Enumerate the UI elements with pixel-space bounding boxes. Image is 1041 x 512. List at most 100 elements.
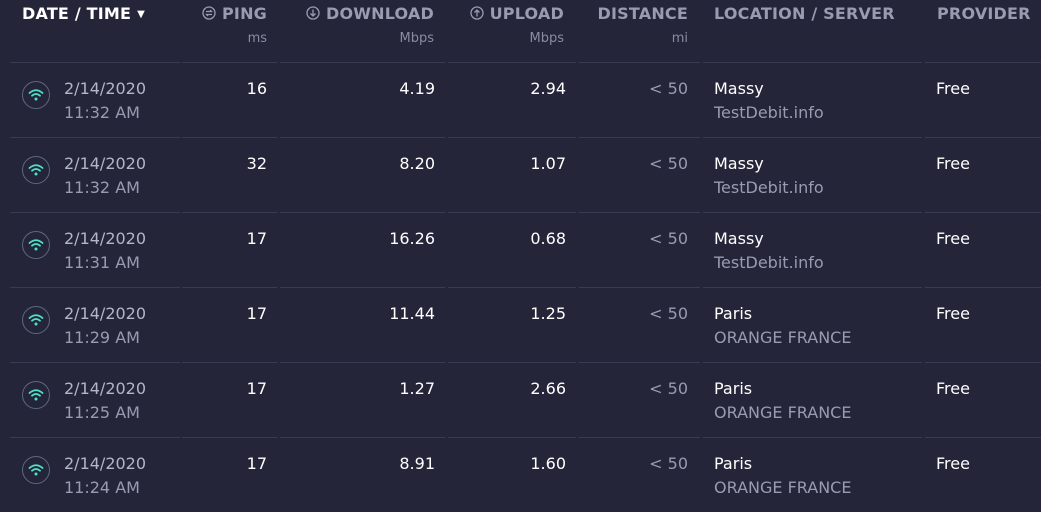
- column-header-distance[interactable]: DISTANCE mi: [579, 0, 688, 62]
- cell-download: 8.20: [280, 137, 445, 212]
- distance-value: < 50: [649, 379, 688, 398]
- result-row[interactable]: 2/14/2020 11:32 AM 16 4.19 2.94 < 50 Mas…: [0, 62, 1041, 137]
- ping-icon: [202, 6, 216, 20]
- result-date: 2/14/2020: [64, 454, 147, 473]
- column-title-ping: PING: [221, 4, 267, 23]
- location-city: Massy: [714, 79, 764, 98]
- download-value: 8.20: [399, 154, 435, 173]
- cell-datetime: 2/14/2020 11:31 AM: [10, 212, 180, 287]
- cell-download: 1.27: [280, 362, 445, 437]
- cell-distance: < 50: [579, 137, 700, 212]
- provider-name: Free: [936, 79, 970, 98]
- server-name: TestDebit.info: [714, 103, 824, 122]
- server-name: ORANGE FRANCE: [714, 328, 852, 347]
- cell-distance: < 50: [579, 212, 700, 287]
- upload-value: 0.68: [530, 229, 566, 248]
- provider-name: Free: [936, 229, 970, 248]
- ping-value: 17: [246, 454, 267, 473]
- result-row[interactable]: 2/14/2020 11:24 AM 17 8.91 1.60 < 50 Par…: [0, 437, 1041, 512]
- wifi-connection-icon: [22, 156, 50, 184]
- cell-download: 4.19: [280, 62, 445, 137]
- ping-value: 32: [246, 154, 267, 173]
- provider-name: Free: [936, 379, 970, 398]
- result-date: 2/14/2020: [64, 154, 147, 173]
- result-time: 11:31 AM: [64, 253, 140, 272]
- cell-location: Paris ORANGE FRANCE: [703, 287, 922, 362]
- result-row[interactable]: 2/14/2020 11:32 AM 32 8.20 1.07 < 50 Mas…: [0, 137, 1041, 212]
- column-header-provider[interactable]: PROVIDER: [937, 0, 1041, 62]
- result-row[interactable]: 2/14/2020 11:31 AM 17 16.26 0.68 < 50 Ma…: [0, 212, 1041, 287]
- cell-ping: 17: [182, 287, 277, 362]
- cell-download: 16.26: [280, 212, 445, 287]
- upload-arrow-icon: [469, 6, 484, 20]
- cell-ping: 32: [182, 137, 277, 212]
- download-value: 1.27: [399, 379, 435, 398]
- result-time: 11:25 AM: [64, 403, 140, 422]
- download-value: 16.26: [389, 229, 435, 248]
- download-value: 11.44: [389, 304, 435, 323]
- cell-ping: 17: [182, 362, 277, 437]
- server-name: ORANGE FRANCE: [714, 478, 852, 497]
- distance-value: < 50: [649, 79, 688, 98]
- column-header-download[interactable]: DOWNLOAD Mbps: [280, 0, 434, 62]
- cell-ping: 17: [182, 437, 277, 512]
- cell-ping: 16: [182, 62, 277, 137]
- result-date: 2/14/2020: [64, 304, 147, 323]
- column-header-location[interactable]: LOCATION / SERVER: [714, 0, 914, 62]
- cell-upload: 1.60: [448, 437, 576, 512]
- cell-datetime: 2/14/2020 11:29 AM: [10, 287, 180, 362]
- location-city: Massy: [714, 229, 764, 248]
- wifi-connection-icon: [22, 231, 50, 259]
- cell-datetime: 2/14/2020 11:24 AM: [10, 437, 180, 512]
- column-unit-download: Mbps: [399, 31, 435, 46]
- results-list: 2/14/2020 11:32 AM 16 4.19 2.94 < 50 Mas…: [0, 62, 1041, 512]
- cell-location: Paris ORANGE FRANCE: [703, 362, 922, 437]
- result-row[interactable]: 2/14/2020 11:25 AM 17 1.27 2.66 < 50 Par…: [0, 362, 1041, 437]
- column-unit-upload: Mbps: [529, 31, 565, 46]
- provider-name: Free: [936, 304, 970, 323]
- column-header-ping[interactable]: PING ms: [182, 0, 267, 62]
- wifi-connection-icon: [22, 81, 50, 109]
- cell-distance: < 50: [579, 362, 700, 437]
- location-city: Paris: [714, 304, 753, 323]
- cell-distance: < 50: [579, 62, 700, 137]
- cell-upload: 1.07: [448, 137, 576, 212]
- column-title-location: LOCATION / SERVER: [714, 4, 895, 23]
- cell-provider: Free: [925, 62, 1041, 137]
- column-title-distance: DISTANCE: [597, 4, 688, 23]
- upload-value: 2.94: [530, 79, 566, 98]
- location-city: Paris: [714, 379, 753, 398]
- cell-upload: 2.66: [448, 362, 576, 437]
- upload-value: 1.25: [530, 304, 566, 323]
- column-header-upload[interactable]: UPLOAD Mbps: [448, 0, 564, 62]
- column-unit-distance: mi: [671, 31, 688, 46]
- cell-provider: Free: [925, 287, 1041, 362]
- upload-value: 1.60: [530, 454, 566, 473]
- distance-value: < 50: [649, 304, 688, 323]
- result-date: 2/14/2020: [64, 79, 147, 98]
- location-city: Massy: [714, 154, 764, 173]
- provider-name: Free: [936, 454, 970, 473]
- cell-location: Massy TestDebit.info: [703, 62, 922, 137]
- wifi-connection-icon: [22, 456, 50, 484]
- result-time: 11:32 AM: [64, 103, 140, 122]
- download-value: 4.19: [399, 79, 435, 98]
- wifi-connection-icon: [22, 306, 50, 334]
- result-time: 11:24 AM: [64, 478, 140, 497]
- cell-download: 11.44: [280, 287, 445, 362]
- ping-value: 16: [246, 79, 267, 98]
- result-row[interactable]: 2/14/2020 11:29 AM 17 11.44 1.25 < 50 Pa…: [0, 287, 1041, 362]
- upload-value: 1.07: [530, 154, 566, 173]
- server-name: ORANGE FRANCE: [714, 403, 852, 422]
- cell-upload: 2.94: [448, 62, 576, 137]
- caret-down-icon[interactable]: ▼: [137, 6, 145, 24]
- provider-name: Free: [936, 154, 970, 173]
- result-time: 11:32 AM: [64, 178, 140, 197]
- download-arrow-icon: [306, 6, 320, 20]
- result-time: 11:29 AM: [64, 328, 140, 347]
- cell-location: Massy TestDebit.info: [703, 137, 922, 212]
- cell-datetime: 2/14/2020 11:25 AM: [10, 362, 180, 437]
- server-name: TestDebit.info: [714, 178, 824, 197]
- column-title-upload: UPLOAD: [489, 4, 564, 23]
- cell-provider: Free: [925, 212, 1041, 287]
